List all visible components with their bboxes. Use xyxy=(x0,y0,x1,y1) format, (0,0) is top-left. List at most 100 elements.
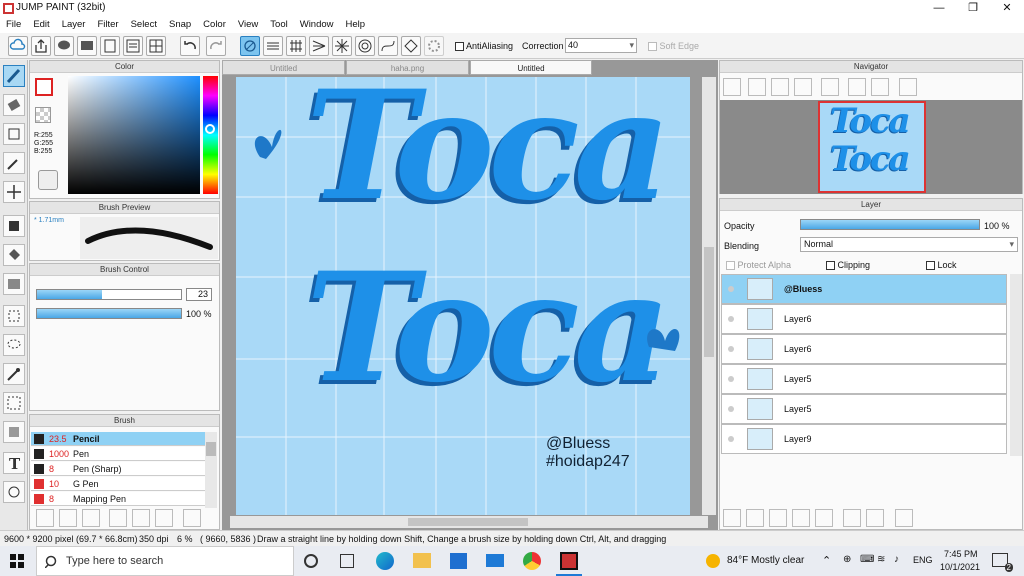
magic-wand-tool-icon[interactable] xyxy=(3,363,25,385)
navigator-preview-area[interactable]: Toca Toca xyxy=(720,100,1022,194)
vanishing-point-icon[interactable] xyxy=(309,36,329,56)
notification-icon[interactable]: 2 xyxy=(992,553,1013,572)
cloud-icon[interactable] xyxy=(8,36,28,56)
brush-menu-icon[interactable] xyxy=(82,509,100,527)
rect-select-tool-icon[interactable] xyxy=(3,305,25,327)
circle-snap-icon[interactable] xyxy=(355,36,375,56)
input-language[interactable]: ENG xyxy=(913,555,933,565)
canvas-vertical-scrollbar[interactable] xyxy=(702,77,716,515)
drawing-canvas[interactable]: Toca Toca @Bluess #hoidap247 xyxy=(236,77,690,515)
eyedropper-tool-icon[interactable] xyxy=(3,152,25,174)
visibility-icon[interactable] xyxy=(728,436,734,442)
pen-tool-icon[interactable] xyxy=(3,65,25,87)
transparent-color-swatch[interactable] xyxy=(35,107,51,123)
menu-file[interactable]: File xyxy=(0,17,27,33)
gradient-tool-icon[interactable] xyxy=(3,273,25,295)
menu-view[interactable]: View xyxy=(232,17,264,33)
new-layer-icon[interactable] xyxy=(723,509,741,527)
redo-icon[interactable] xyxy=(206,36,226,56)
snap-settings-icon[interactable] xyxy=(424,36,444,56)
menu-color[interactable]: Color xyxy=(197,17,232,33)
delete-brush-icon[interactable] xyxy=(183,509,201,527)
rotate-reset-icon[interactable] xyxy=(899,78,917,96)
fit-window-icon[interactable] xyxy=(771,78,789,96)
visibility-icon[interactable] xyxy=(728,316,734,322)
microsoft-store-icon[interactable] xyxy=(450,553,467,569)
brush-list-scrollbar[interactable] xyxy=(205,432,217,508)
text-tool-icon[interactable]: T xyxy=(3,452,25,474)
layer-opacity-slider[interactable] xyxy=(800,219,980,230)
snap-off-icon[interactable] xyxy=(240,36,260,56)
brush-size-slider[interactable] xyxy=(36,289,182,300)
minimize-button[interactable]: — xyxy=(922,0,956,17)
figure-snap-icon[interactable] xyxy=(401,36,421,56)
maximize-button[interactable]: ❐ xyxy=(956,0,990,17)
jump-paint-taskbar-icon[interactable] xyxy=(560,552,578,570)
task-view-icon[interactable] xyxy=(340,554,354,568)
curve-snap-icon[interactable] xyxy=(378,36,398,56)
brush-settings-icon[interactable] xyxy=(36,509,54,527)
palette-icon[interactable] xyxy=(38,170,58,190)
duplicate-layer-icon[interactable] xyxy=(843,509,861,527)
eraser-tool-icon[interactable] xyxy=(3,94,25,116)
horizontal-scroll-thumb[interactable] xyxy=(408,518,528,526)
saturation-value-picker[interactable] xyxy=(68,76,200,194)
move-tool-icon[interactable] xyxy=(3,181,25,203)
brush-opacity-slider[interactable] xyxy=(36,308,182,319)
grid-settings-icon[interactable] xyxy=(146,36,166,56)
menu-layer[interactable]: Layer xyxy=(56,17,92,33)
new-folder-icon[interactable] xyxy=(815,509,833,527)
menu-window[interactable]: Window xyxy=(294,17,340,33)
chrome-icon[interactable] xyxy=(523,552,541,570)
merge-down-icon[interactable] xyxy=(866,509,884,527)
volume-icon[interactable]: ♪ xyxy=(894,554,899,565)
rectangle-tool-icon[interactable] xyxy=(3,123,25,145)
tab-haha-png[interactable]: haha.png xyxy=(346,60,469,75)
lasso-tool-icon[interactable] xyxy=(3,334,25,356)
file-explorer-icon[interactable] xyxy=(413,553,431,568)
windows-start-icon[interactable] xyxy=(10,554,24,568)
radial-snap-icon[interactable] xyxy=(332,36,352,56)
edge-browser-icon[interactable] xyxy=(376,552,394,570)
layer-row[interactable]: Layer5 xyxy=(721,364,1007,394)
zoom-in-icon[interactable] xyxy=(748,78,766,96)
parallel-snap-icon[interactable] xyxy=(263,36,283,56)
visibility-icon[interactable] xyxy=(728,346,734,352)
brush-list-item[interactable]: 8 Pen (Sharp) xyxy=(31,462,205,476)
duplicate-brush-icon[interactable] xyxy=(155,509,173,527)
bucket-tool-icon[interactable] xyxy=(3,244,25,266)
rotate-right-icon[interactable] xyxy=(871,78,889,96)
foreground-color-swatch[interactable] xyxy=(35,78,53,96)
layer-row[interactable]: Layer6 xyxy=(721,304,1007,334)
brush-list-item[interactable]: 23.5 Pencil xyxy=(31,432,205,446)
folder-icon[interactable] xyxy=(132,509,150,527)
visibility-icon[interactable] xyxy=(728,286,734,292)
delete-layer-icon[interactable] xyxy=(895,509,913,527)
clock-time[interactable]: 7:45 PM xyxy=(944,549,978,559)
vertical-scroll-thumb[interactable] xyxy=(704,247,714,357)
navigator-viewport[interactable]: Toca Toca xyxy=(818,101,926,193)
properties-icon[interactable] xyxy=(123,36,143,56)
blending-select[interactable]: Normal ▾ xyxy=(800,237,1018,252)
correction-select[interactable]: 40 ▾ xyxy=(565,38,637,53)
comment-icon[interactable] xyxy=(54,36,74,56)
rotate-left-icon[interactable] xyxy=(848,78,866,96)
clipping-checkbox[interactable] xyxy=(826,261,835,271)
menu-filter[interactable]: Filter xyxy=(91,17,124,33)
hue-slider-handle[interactable] xyxy=(205,124,215,134)
brush-list-item[interactable]: 10 G Pen xyxy=(31,477,205,491)
hand-tool-icon[interactable] xyxy=(3,481,25,503)
menu-edit[interactable]: Edit xyxy=(27,17,55,33)
tab-untitled-2[interactable]: Untitled xyxy=(470,60,592,75)
new-brush-icon[interactable] xyxy=(59,509,77,527)
zoom-out-icon[interactable] xyxy=(794,78,812,96)
keyboard-icon[interactable]: ⌨ xyxy=(860,554,874,565)
cortana-icon[interactable] xyxy=(304,554,318,568)
hue-slider[interactable] xyxy=(203,76,218,194)
visibility-icon[interactable] xyxy=(728,376,734,382)
weather-text[interactable]: 84°F Mostly clear xyxy=(727,555,804,566)
select-pen-tool-icon[interactable] xyxy=(3,392,25,414)
new-halftone-layer-icon[interactable] xyxy=(792,509,810,527)
menu-help[interactable]: Help xyxy=(340,17,372,33)
softedge-checkbox[interactable] xyxy=(648,42,657,52)
